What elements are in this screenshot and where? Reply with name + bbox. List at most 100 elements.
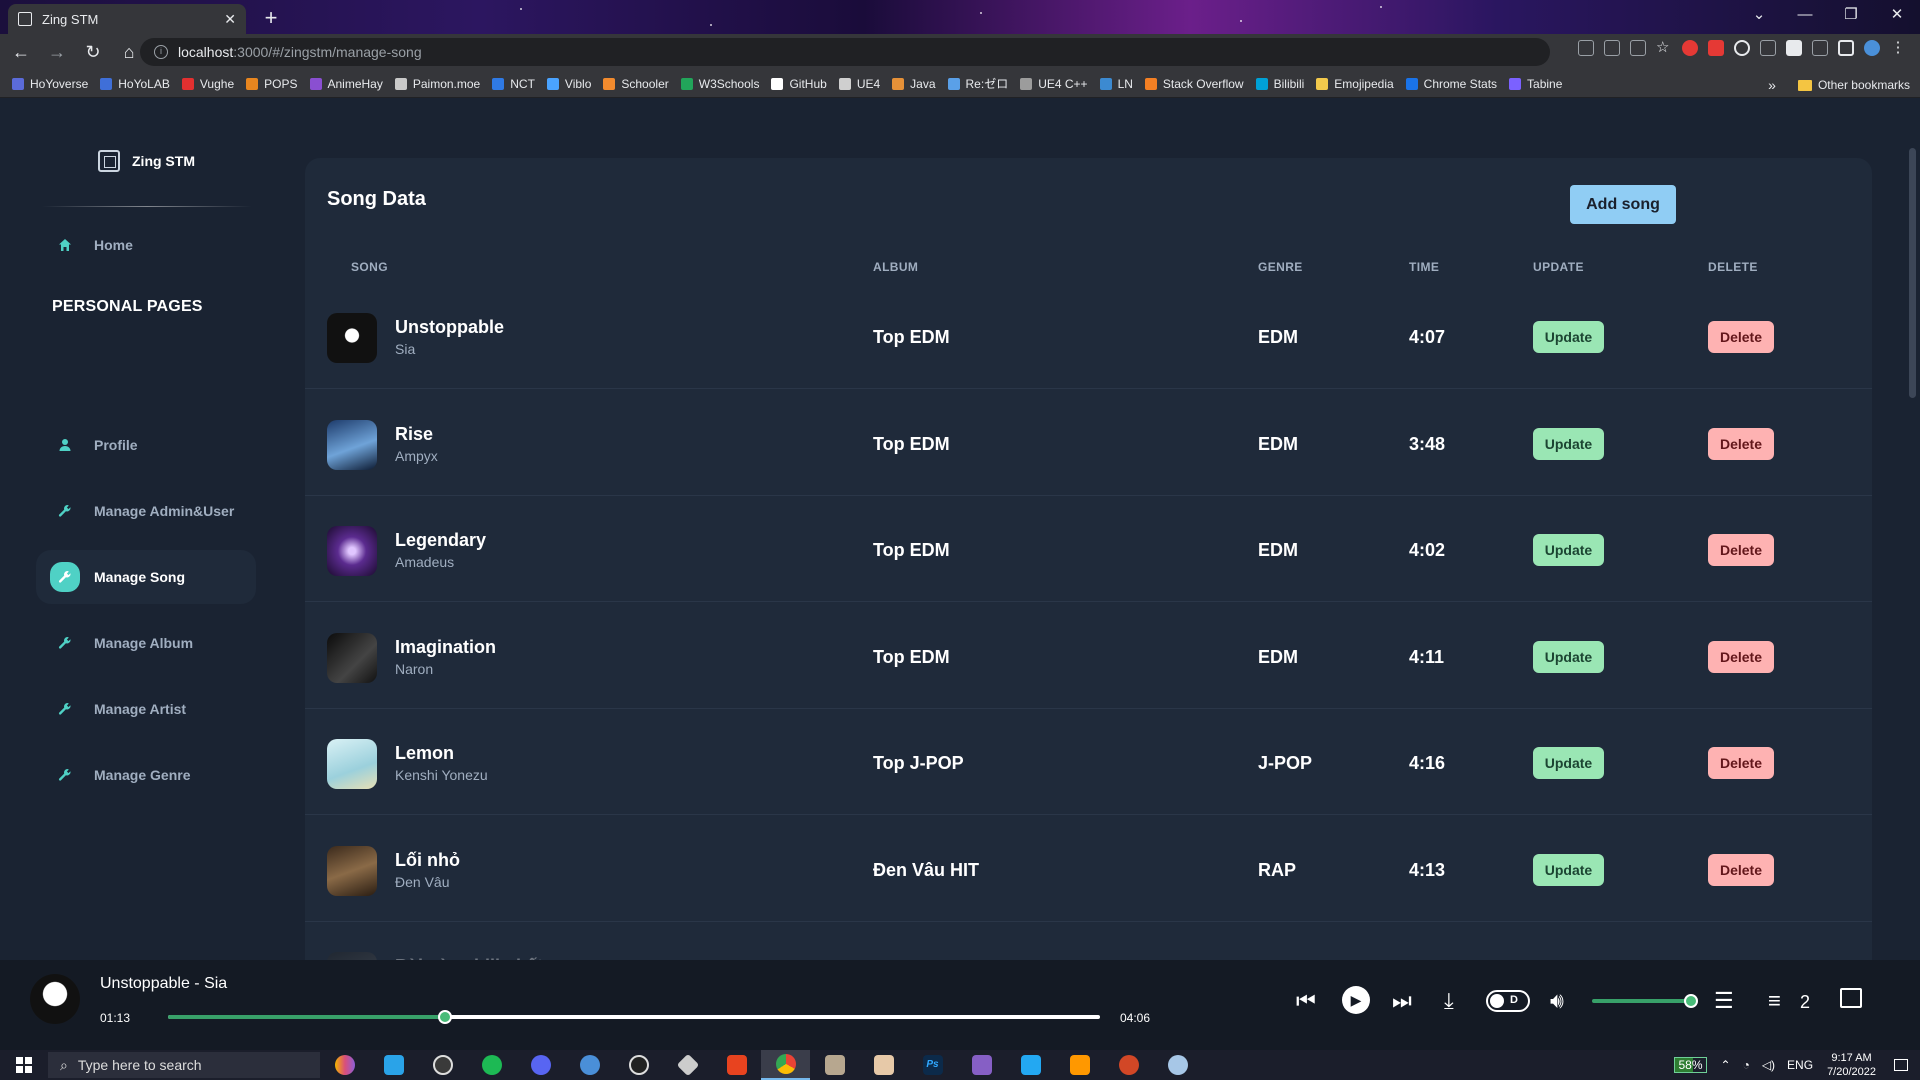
- bookmark-item[interactable]: Tabine: [1509, 77, 1562, 91]
- volume-slider[interactable]: [1592, 994, 1698, 1008]
- update-button[interactable]: Update: [1533, 853, 1604, 886]
- bookmark-item[interactable]: Chrome Stats: [1405, 77, 1497, 91]
- bookmark-item[interactable]: UE4 C++: [1020, 77, 1088, 91]
- close-window-button[interactable]: ✕: [1874, 0, 1920, 30]
- bookmark-item[interactable]: Vughe: [181, 77, 234, 91]
- profile-avatar[interactable]: [1864, 40, 1880, 56]
- taskbar-app-photoshop-icon[interactable]: Ps: [908, 1050, 957, 1080]
- menu-dots-icon[interactable]: ⋮: [1890, 40, 1906, 56]
- add-song-button[interactable]: Add song: [1570, 185, 1676, 224]
- taskbar-app-steam-icon[interactable]: [565, 1050, 614, 1080]
- update-button[interactable]: Update: [1533, 321, 1604, 353]
- browser-tab[interactable]: Zing STM ✕: [8, 4, 246, 34]
- bookmark-star-icon[interactable]: ☆: [1656, 40, 1672, 56]
- other-bookmarks[interactable]: » Other bookmarks: [1768, 77, 1910, 93]
- delete-button[interactable]: Delete: [1708, 747, 1774, 779]
- restore-button[interactable]: ❐: [1828, 0, 1874, 30]
- extensions-puzzle-icon[interactable]: [1786, 40, 1802, 56]
- taskbar-app-visual-studio-icon[interactable]: [957, 1050, 1006, 1080]
- extension-red-icon[interactable]: [1682, 40, 1698, 56]
- bookmark-item[interactable]: Re:ゼロ: [947, 75, 1008, 92]
- volume-icon[interactable]: 🔊︎: [1550, 988, 1564, 1014]
- new-tab-button[interactable]: +: [258, 6, 284, 32]
- sidebar-item-home[interactable]: Home: [36, 218, 256, 272]
- taskbar-app-spotify-icon[interactable]: [467, 1050, 516, 1080]
- bookmark-item[interactable]: AnimeHay: [309, 77, 383, 91]
- taskbar-app-l-icon[interactable]: [369, 1050, 418, 1080]
- bookmark-item[interactable]: Java: [892, 77, 936, 91]
- taskbar-app-extra-icon[interactable]: [1153, 1050, 1202, 1080]
- taskbar-app-powerpoint-icon[interactable]: [1104, 1050, 1153, 1080]
- extension-adblock-icon[interactable]: [1708, 40, 1724, 56]
- battery-indicator[interactable]: 58%: [1674, 1057, 1707, 1073]
- sidebar-item-profile[interactable]: Profile: [36, 418, 256, 472]
- mode-toggle[interactable]: D: [1486, 990, 1530, 1012]
- share-icon[interactable]: [1630, 40, 1646, 56]
- delete-button[interactable]: Delete: [1708, 853, 1774, 886]
- previous-track-icon[interactable]: ⏮: [1296, 988, 1316, 1014]
- extension-ring-icon[interactable]: [1734, 40, 1750, 56]
- update-button[interactable]: Update: [1533, 534, 1604, 566]
- bookmark-item[interactable]: Emojipedia: [1316, 77, 1394, 91]
- delete-button[interactable]: Delete: [1708, 321, 1774, 353]
- taskbar-app-obs-icon[interactable]: [418, 1050, 467, 1080]
- sidebar-item-manage-song[interactable]: Manage Song: [36, 550, 256, 604]
- taskbar-app-unity-icon[interactable]: [663, 1050, 712, 1080]
- minimize-button[interactable]: —: [1782, 0, 1828, 30]
- delete-button[interactable]: Delete: [1708, 534, 1774, 566]
- site-info-icon[interactable]: i: [154, 45, 168, 59]
- delete-button[interactable]: Delete: [1708, 427, 1774, 460]
- forward-button[interactable]: →: [42, 37, 72, 67]
- bookmark-item[interactable]: NCT: [492, 77, 535, 91]
- minimize-player-icon[interactable]: [1840, 988, 1862, 1008]
- play-button[interactable]: ▶: [1342, 986, 1370, 1014]
- sidebar-item-manage-genre[interactable]: Manage Genre: [36, 748, 256, 802]
- back-button[interactable]: ←: [6, 37, 36, 67]
- taskbar-app-games-icon[interactable]: [320, 1050, 369, 1080]
- playlist-icon[interactable]: ☰: [1714, 988, 1734, 1014]
- taskbar-app-anime-icon[interactable]: [859, 1050, 908, 1080]
- reading-list-icon[interactable]: [1812, 40, 1828, 56]
- bookmark-item[interactable]: HoYoverse: [12, 77, 88, 91]
- taskbar-app-unreal-icon[interactable]: [614, 1050, 663, 1080]
- reload-button[interactable]: ↻: [78, 37, 108, 67]
- sidebar-item-manage-admin-user[interactable]: Manage Admin&User: [36, 484, 256, 538]
- bookmark-item[interactable]: W3Schools: [680, 77, 759, 91]
- bookmark-item[interactable]: Viblo: [546, 77, 591, 91]
- tray-chevron-icon[interactable]: ⌃: [1721, 1058, 1731, 1072]
- bookmark-item[interactable]: UE4: [838, 77, 880, 91]
- clock[interactable]: 9:17 AM 7/20/2022: [1827, 1051, 1876, 1079]
- close-tab-icon[interactable]: ✕: [224, 11, 236, 28]
- bookmark-item[interactable]: Bilibili: [1255, 77, 1304, 91]
- extension-pen-icon[interactable]: [1760, 40, 1776, 56]
- download-icon[interactable]: ⤓: [1444, 988, 1454, 1014]
- taskbar-app-sublime-icon[interactable]: [1055, 1050, 1104, 1080]
- side-panel-icon[interactable]: [1838, 40, 1854, 56]
- progress-bar[interactable]: [168, 1010, 1100, 1024]
- more-bookmarks-chevron[interactable]: »: [1768, 77, 1776, 93]
- bookmark-item[interactable]: HoYoLAB: [100, 77, 170, 91]
- bookmark-item[interactable]: Paimon.moe: [394, 77, 480, 91]
- language-indicator[interactable]: ENG: [1787, 1058, 1813, 1072]
- taskbar-app-vscode-icon[interactable]: [1006, 1050, 1055, 1080]
- progress-knob[interactable]: [437, 1010, 452, 1024]
- taskbar-search[interactable]: ⌕ Type here to search: [48, 1052, 320, 1078]
- taskbar-app-office-icon[interactable]: [712, 1050, 761, 1080]
- delete-button[interactable]: Delete: [1708, 640, 1774, 673]
- tray-volume-icon[interactable]: ◁): [1762, 1058, 1775, 1072]
- bookmark-item[interactable]: GitHub: [771, 77, 827, 91]
- update-button[interactable]: Update: [1533, 640, 1604, 673]
- bookmark-item[interactable]: POPS: [246, 77, 298, 91]
- bookmark-item[interactable]: LN: [1099, 77, 1133, 91]
- brand[interactable]: Zing STM: [98, 150, 195, 172]
- translate-icon[interactable]: [1604, 40, 1620, 56]
- tray-network-icon[interactable]: ◔: [1743, 1058, 1750, 1072]
- start-button[interactable]: [0, 1050, 48, 1080]
- volume-knob[interactable]: [1684, 994, 1698, 1008]
- tab-search-chevron-icon[interactable]: ⌄: [1736, 0, 1782, 30]
- taskbar-app-chrome-icon[interactable]: [761, 1050, 810, 1080]
- taskbar-app-game-icon[interactable]: [810, 1050, 859, 1080]
- address-bar[interactable]: i localhost :3000/#/zingstm/manage-song: [140, 38, 1550, 66]
- page-scrollbar[interactable]: [1905, 98, 1920, 960]
- taskbar-app-discord-icon[interactable]: [516, 1050, 565, 1080]
